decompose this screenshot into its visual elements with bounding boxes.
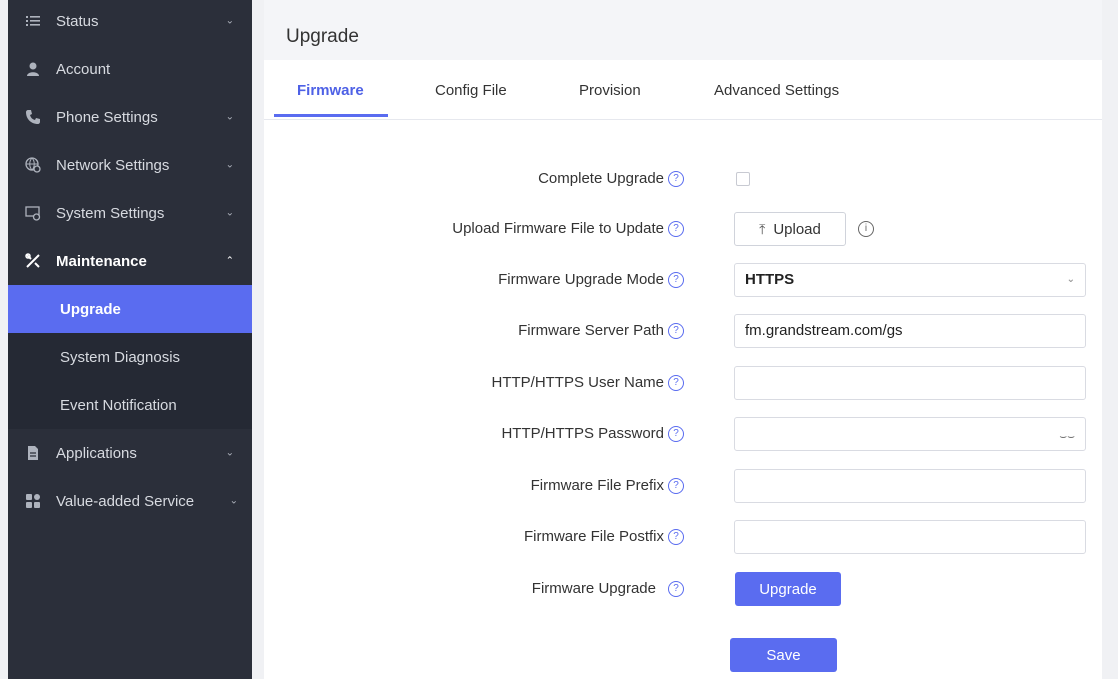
postfix-input[interactable] bbox=[734, 520, 1086, 554]
sidebar-item-maintenance[interactable]: Maintenance ⌃ bbox=[8, 237, 252, 285]
sidebar-item-label: Applications bbox=[56, 444, 137, 462]
complete-upgrade-checkbox[interactable] bbox=[736, 172, 750, 186]
sidebar-item-account[interactable]: Account bbox=[8, 45, 252, 93]
chevron-down-icon: ⌄ bbox=[225, 15, 234, 27]
upload-button[interactable]: ⤒ Upload bbox=[734, 212, 846, 246]
upload-button-label: Upload bbox=[773, 220, 821, 238]
username-input[interactable] bbox=[734, 366, 1086, 400]
form-row-complete-upgrade: Complete Upgrade ? bbox=[264, 162, 1102, 196]
sidebar-item-label: System Settings bbox=[56, 204, 165, 222]
upgrade-mode-select[interactable]: HTTPS ⌄ bbox=[734, 263, 1086, 297]
firmware-upgrade-label: Firmware Upgrade bbox=[531, 580, 656, 597]
form-row-firmware-upgrade: Firmware Upgrade ? Upgrade bbox=[264, 572, 1102, 606]
document-icon bbox=[24, 444, 42, 462]
sidebar-subitem-system-diagnosis[interactable]: System Diagnosis bbox=[8, 333, 252, 381]
help-icon[interactable]: ? bbox=[668, 272, 684, 288]
user-icon bbox=[24, 60, 42, 78]
upgrade-mode-label: Firmware Upgrade Mode bbox=[498, 271, 664, 288]
sidebar-item-label: Account bbox=[56, 60, 111, 78]
sidebar-item-label: Value-added Service bbox=[56, 492, 195, 510]
main-panel: Upgrade Firmware Config File Provision A… bbox=[264, 0, 1102, 679]
chevron-down-icon: ⌄ bbox=[225, 207, 234, 219]
complete-upgrade-label: Complete Upgrade bbox=[538, 170, 664, 187]
sidebar: Status ⌄ Account Phone Settings ⌄ Networ… bbox=[8, 0, 252, 679]
tab-config-file[interactable]: Config File bbox=[435, 82, 507, 99]
active-tab-indicator bbox=[274, 114, 388, 117]
upload-icon: ⤒ bbox=[759, 220, 766, 237]
chevron-down-icon: ⌄ bbox=[229, 495, 238, 507]
upgrade-mode-value: HTTPS bbox=[745, 271, 795, 288]
sidebar-item-network-settings[interactable]: Network Settings ⌄ bbox=[8, 141, 252, 189]
tab-bar: Firmware Config File Provision Advanced … bbox=[264, 60, 1102, 120]
sidebar-item-status[interactable]: Status ⌄ bbox=[8, 0, 252, 42]
form-row-prefix: Firmware File Prefix ? bbox=[264, 469, 1102, 503]
list-icon bbox=[24, 12, 42, 30]
sidebar-item-label: Status bbox=[56, 12, 99, 30]
chevron-down-icon: ⌄ bbox=[225, 159, 234, 171]
chevron-up-icon: ⌃ bbox=[225, 255, 234, 267]
sidebar-item-applications[interactable]: Applications ⌄ bbox=[8, 429, 252, 477]
help-icon[interactable]: ? bbox=[668, 221, 684, 237]
server-path-input[interactable]: fm.grandstream.com/gs bbox=[734, 314, 1086, 348]
password-input[interactable]: ⌣⌣ bbox=[734, 417, 1086, 451]
upgrade-button[interactable]: Upgrade bbox=[735, 572, 841, 606]
help-icon[interactable]: ? bbox=[668, 529, 684, 545]
save-button[interactable]: Save bbox=[730, 638, 837, 672]
tab-advanced-settings[interactable]: Advanced Settings bbox=[714, 82, 839, 99]
tools-icon bbox=[24, 252, 42, 270]
network-icon bbox=[24, 156, 42, 174]
form-row-server-path: Firmware Server Path ? fm.grandstream.co… bbox=[264, 314, 1102, 348]
form-row-password: HTTP/HTTPS Password ? ⌣⌣ bbox=[264, 417, 1102, 451]
form-row-postfix: Firmware File Postfix ? bbox=[264, 520, 1102, 554]
form-row-upload-firmware: Upload Firmware File to Update ? ⤒ Uploa… bbox=[264, 212, 1102, 246]
prefix-label: Firmware File Prefix bbox=[530, 477, 664, 494]
server-path-label: Firmware Server Path bbox=[518, 322, 664, 339]
sidebar-subitem-event-notification[interactable]: Event Notification bbox=[8, 381, 252, 429]
page-title: Upgrade bbox=[286, 26, 359, 47]
grid-icon bbox=[24, 492, 42, 510]
postfix-label: Firmware File Postfix bbox=[523, 528, 664, 545]
sidebar-item-phone-settings[interactable]: Phone Settings ⌄ bbox=[8, 93, 252, 141]
phone-icon bbox=[24, 108, 42, 126]
username-label: HTTP/HTTPS User Name bbox=[491, 374, 664, 391]
sidebar-item-label: Network Settings bbox=[56, 156, 170, 174]
eye-closed-icon[interactable]: ⌣⌣ bbox=[1059, 429, 1075, 444]
tab-provision[interactable]: Provision bbox=[579, 82, 641, 99]
help-icon[interactable]: ? bbox=[668, 375, 684, 391]
password-label: HTTP/HTTPS Password bbox=[501, 425, 664, 442]
system-settings-icon bbox=[24, 204, 42, 222]
sidebar-item-value-added-service[interactable]: Value-added Service ⌄ bbox=[8, 477, 252, 525]
help-icon[interactable]: ? bbox=[668, 323, 684, 339]
form-row-username: HTTP/HTTPS User Name ? bbox=[264, 366, 1102, 400]
help-icon[interactable]: ? bbox=[668, 171, 684, 187]
help-icon[interactable]: ? bbox=[668, 426, 684, 442]
help-icon[interactable]: ? bbox=[668, 478, 684, 494]
help-icon[interactable]: ? bbox=[668, 581, 684, 597]
sidebar-item-system-settings[interactable]: System Settings ⌄ bbox=[8, 189, 252, 237]
chevron-down-icon: ⌄ bbox=[225, 447, 234, 459]
sidebar-item-label: Maintenance bbox=[56, 252, 147, 270]
prefix-input[interactable] bbox=[734, 469, 1086, 503]
upload-firmware-label: Upload Firmware File to Update bbox=[452, 220, 664, 237]
info-icon[interactable]: i bbox=[858, 221, 874, 237]
sidebar-subitem-upgrade[interactable]: Upgrade bbox=[8, 285, 252, 333]
chevron-down-icon: ⌄ bbox=[225, 111, 234, 123]
sidebar-item-label: Phone Settings bbox=[56, 108, 158, 126]
tab-firmware[interactable]: Firmware bbox=[297, 82, 364, 99]
page-header bbox=[264, 0, 1102, 60]
form-row-upgrade-mode: Firmware Upgrade Mode ? HTTPS ⌄ bbox=[264, 263, 1102, 297]
chevron-down-icon: ⌄ bbox=[1066, 274, 1075, 285]
